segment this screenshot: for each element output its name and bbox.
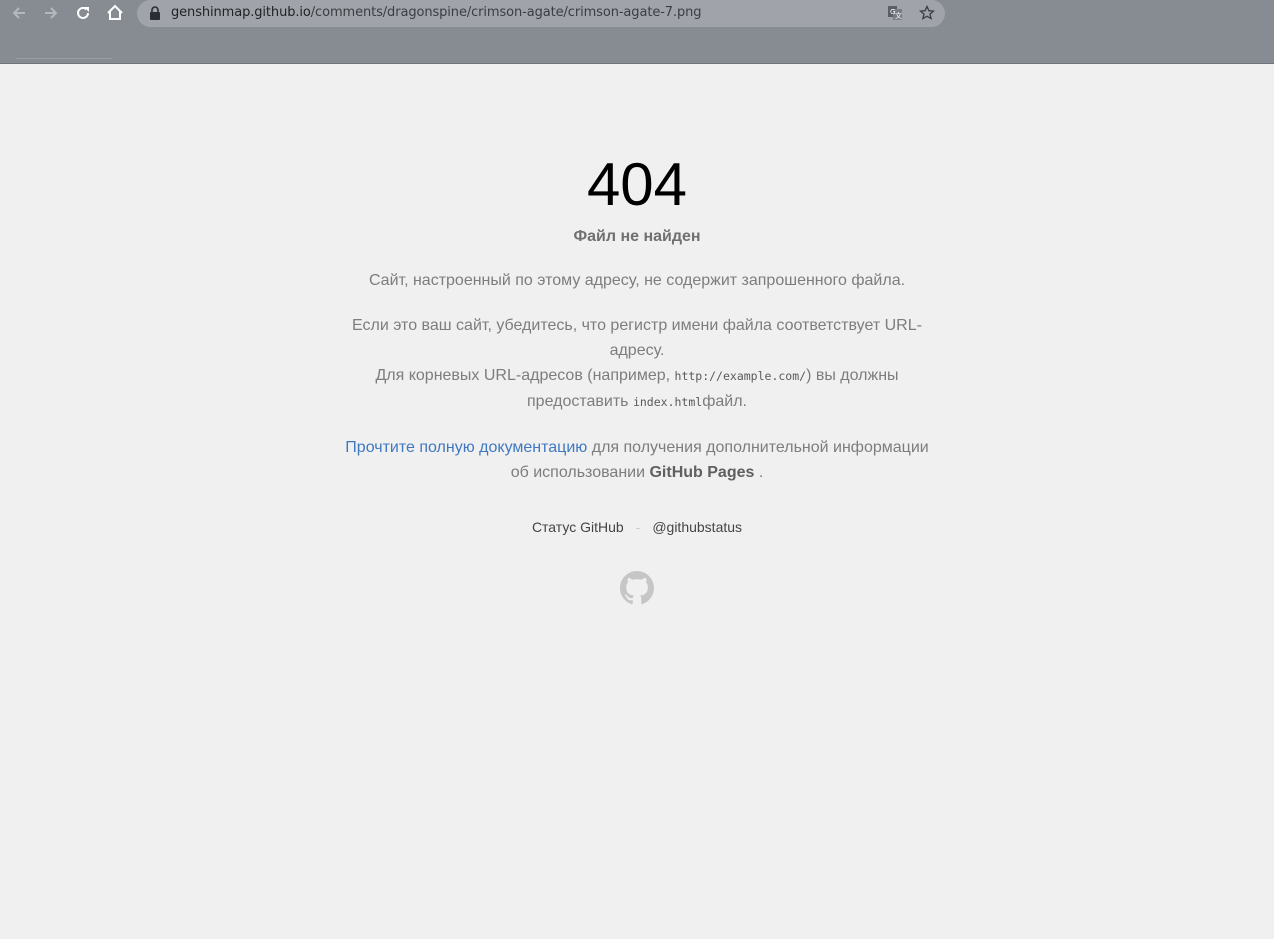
hint-line-1: Если это ваш сайт, убедитесь, что регист…: [352, 317, 922, 359]
toolbar-divider: [16, 58, 112, 59]
url-text[interactable]: genshinmap.github.io/comments/dragonspin…: [171, 5, 702, 20]
hint-line-2-pre: Для корневых URL-адресов (например,: [375, 367, 675, 384]
github-octocat-icon[interactable]: [620, 571, 654, 605]
back-button[interactable]: [8, 2, 30, 24]
back-icon: [12, 7, 25, 19]
address-bar[interactable]: genshinmap.github.io/comments/dragonspin…: [137, 0, 945, 27]
error-description: Сайт, настроенный по этому адресу, не со…: [368, 272, 906, 289]
index-file-code: index.html: [632, 395, 703, 409]
docs-end: .: [754, 464, 764, 481]
url-host: genshinmap.github.io: [171, 5, 311, 20]
githubstatus-twitter-link[interactable]: @githubstatus: [652, 519, 742, 535]
documentation-link[interactable]: Прочтите полную документацию: [345, 439, 587, 456]
star-icon[interactable]: [919, 5, 935, 21]
forward-icon: [45, 7, 58, 19]
reload-button[interactable]: [72, 2, 94, 24]
github-pages-label: GitHub Pages: [649, 464, 755, 481]
error-code: 404: [586, 151, 688, 219]
error-content: Файл не найден Сайт, настроенный по этом…: [337, 224, 937, 505]
browser-toolbar: genshinmap.github.io/comments/dragonspin…: [0, 0, 1274, 64]
error-heading: Файл не найден: [573, 228, 701, 245]
url-path: /comments/dragonspine/crimson-agate/crim…: [310, 5, 702, 20]
error-hint: Если это ваш сайт, убедитесь, что регист…: [337, 313, 937, 415]
reload-icon: [77, 6, 89, 19]
translate-icon[interactable]: G 文: [887, 5, 903, 21]
example-url-code: http://example.com/: [674, 369, 807, 383]
lock-icon[interactable]: [149, 6, 161, 20]
hint-line-2-post: файл.: [702, 393, 747, 410]
error-page: 404 Файл не найден Сайт, настроенный по …: [0, 64, 1274, 939]
home-button[interactable]: [104, 2, 126, 24]
home-icon: [107, 4, 123, 20]
footer-separator: -: [635, 519, 641, 535]
forward-button[interactable]: [40, 2, 62, 24]
github-status-link[interactable]: Статус GitHub: [532, 519, 624, 535]
footer-links: Статус GitHub - @githubstatus: [0, 519, 1274, 535]
svg-text:文: 文: [895, 11, 902, 20]
docs-paragraph: Прочтите полную документацию для получен…: [337, 435, 937, 485]
